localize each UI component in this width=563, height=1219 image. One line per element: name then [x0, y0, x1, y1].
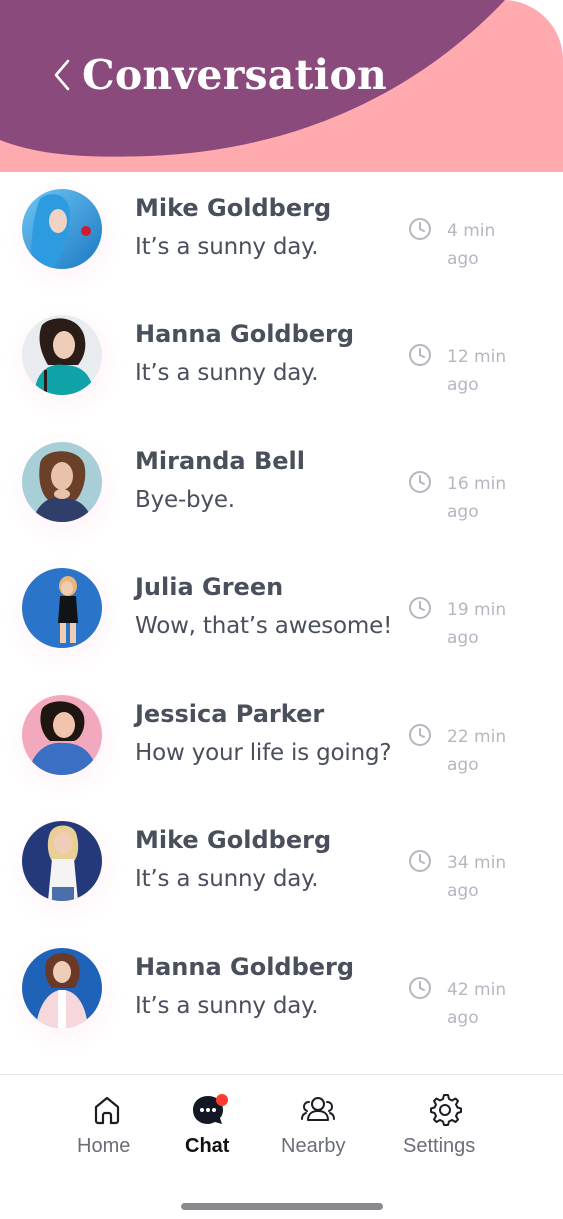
clock-icon [409, 850, 431, 872]
page-title: Conversation [82, 51, 388, 99]
tab-label: Home [77, 1135, 131, 1157]
contact-name: Julia Green [135, 573, 284, 601]
message-preview: Wow, that’s awesome! [135, 613, 393, 639]
chat-bubble-icon [193, 1094, 228, 1124]
conversation-row[interactable]: Mike Goldberg It’s a sunny day. 4 min ag… [0, 172, 563, 298]
contact-name: Hanna Goldberg [135, 953, 355, 981]
timestamp: 4 min ago [447, 221, 496, 269]
avatar-image [22, 948, 102, 1028]
contact-name: Mike Goldberg [135, 826, 332, 854]
contact-name: Hanna Goldberg [135, 320, 355, 348]
home-icon [94, 1096, 120, 1125]
timestamp: 12 min ago [447, 347, 507, 395]
message-preview: It’s a sunny day. [135, 360, 319, 386]
message-preview: How your life is going? [135, 740, 392, 766]
avatar [4, 556, 124, 676]
tab-label: Settings [403, 1135, 476, 1157]
timestamp: 42 min ago [447, 980, 507, 1028]
people-icon [301, 1097, 335, 1121]
message-preview: Bye-bye. [135, 487, 235, 513]
chevron-left-icon[interactable] [52, 58, 74, 92]
avatar [4, 303, 124, 423]
message-preview: It’s a sunny day. [135, 866, 319, 892]
avatar-image [22, 189, 102, 269]
tab-settings[interactable]: Settings [398, 1075, 492, 1175]
notification-dot [216, 1094, 228, 1106]
message-preview: It’s a sunny day. [135, 993, 319, 1019]
clock-icon [409, 977, 431, 999]
conversation-row[interactable]: Julia Green Wow, that’s awesome! 19 min … [0, 551, 563, 677]
conversation-row[interactable]: Hanna Goldberg It’s a sunny day. 12 min … [0, 298, 563, 424]
timestamp: 16 min ago [447, 474, 507, 522]
clock-icon [409, 471, 431, 493]
conversation-row[interactable]: Miranda Bell Bye-bye. 16 min ago [0, 425, 563, 551]
avatar-image [22, 442, 102, 522]
tab-nearby[interactable]: Nearby [276, 1075, 360, 1175]
conversation-row[interactable]: Mike Goldberg It’s a sunny day. 34 min a… [0, 804, 563, 930]
tab-home[interactable]: Home [72, 1075, 142, 1175]
tab-bar: Home Chat Nearby Settings [0, 1074, 563, 1219]
avatar [4, 430, 124, 550]
contact-name: Jessica Parker [135, 700, 325, 728]
avatar [4, 936, 124, 1056]
timestamp: 34 min ago [447, 853, 507, 901]
clock-icon [409, 597, 431, 619]
conversation-row[interactable]: Jessica Parker How your life is going? 2… [0, 678, 563, 804]
header: Conversation [0, 0, 563, 172]
contact-name: Miranda Bell [135, 447, 305, 475]
clock-icon [409, 344, 431, 366]
tab-label: Nearby [281, 1135, 346, 1157]
clock-icon [409, 218, 431, 240]
avatar [4, 809, 124, 929]
avatar-image [22, 695, 102, 775]
contact-name: Mike Goldberg [135, 194, 332, 222]
timestamp: 19 min ago [447, 600, 507, 648]
message-preview: It’s a sunny day. [135, 234, 319, 260]
home-indicator[interactable] [181, 1203, 383, 1210]
conversation-row[interactable]: Hanna Goldberg It’s a sunny day. 42 min … [0, 931, 563, 1057]
avatar-image [22, 821, 102, 901]
timestamp: 22 min ago [447, 727, 507, 775]
gear-icon [430, 1094, 462, 1126]
avatar [4, 177, 124, 297]
tab-label: Chat [185, 1135, 230, 1157]
avatar-image [22, 315, 102, 395]
clock-icon [409, 724, 431, 746]
tab-chat[interactable]: Chat [178, 1075, 248, 1175]
avatar [4, 683, 124, 803]
avatar-image [22, 568, 102, 648]
